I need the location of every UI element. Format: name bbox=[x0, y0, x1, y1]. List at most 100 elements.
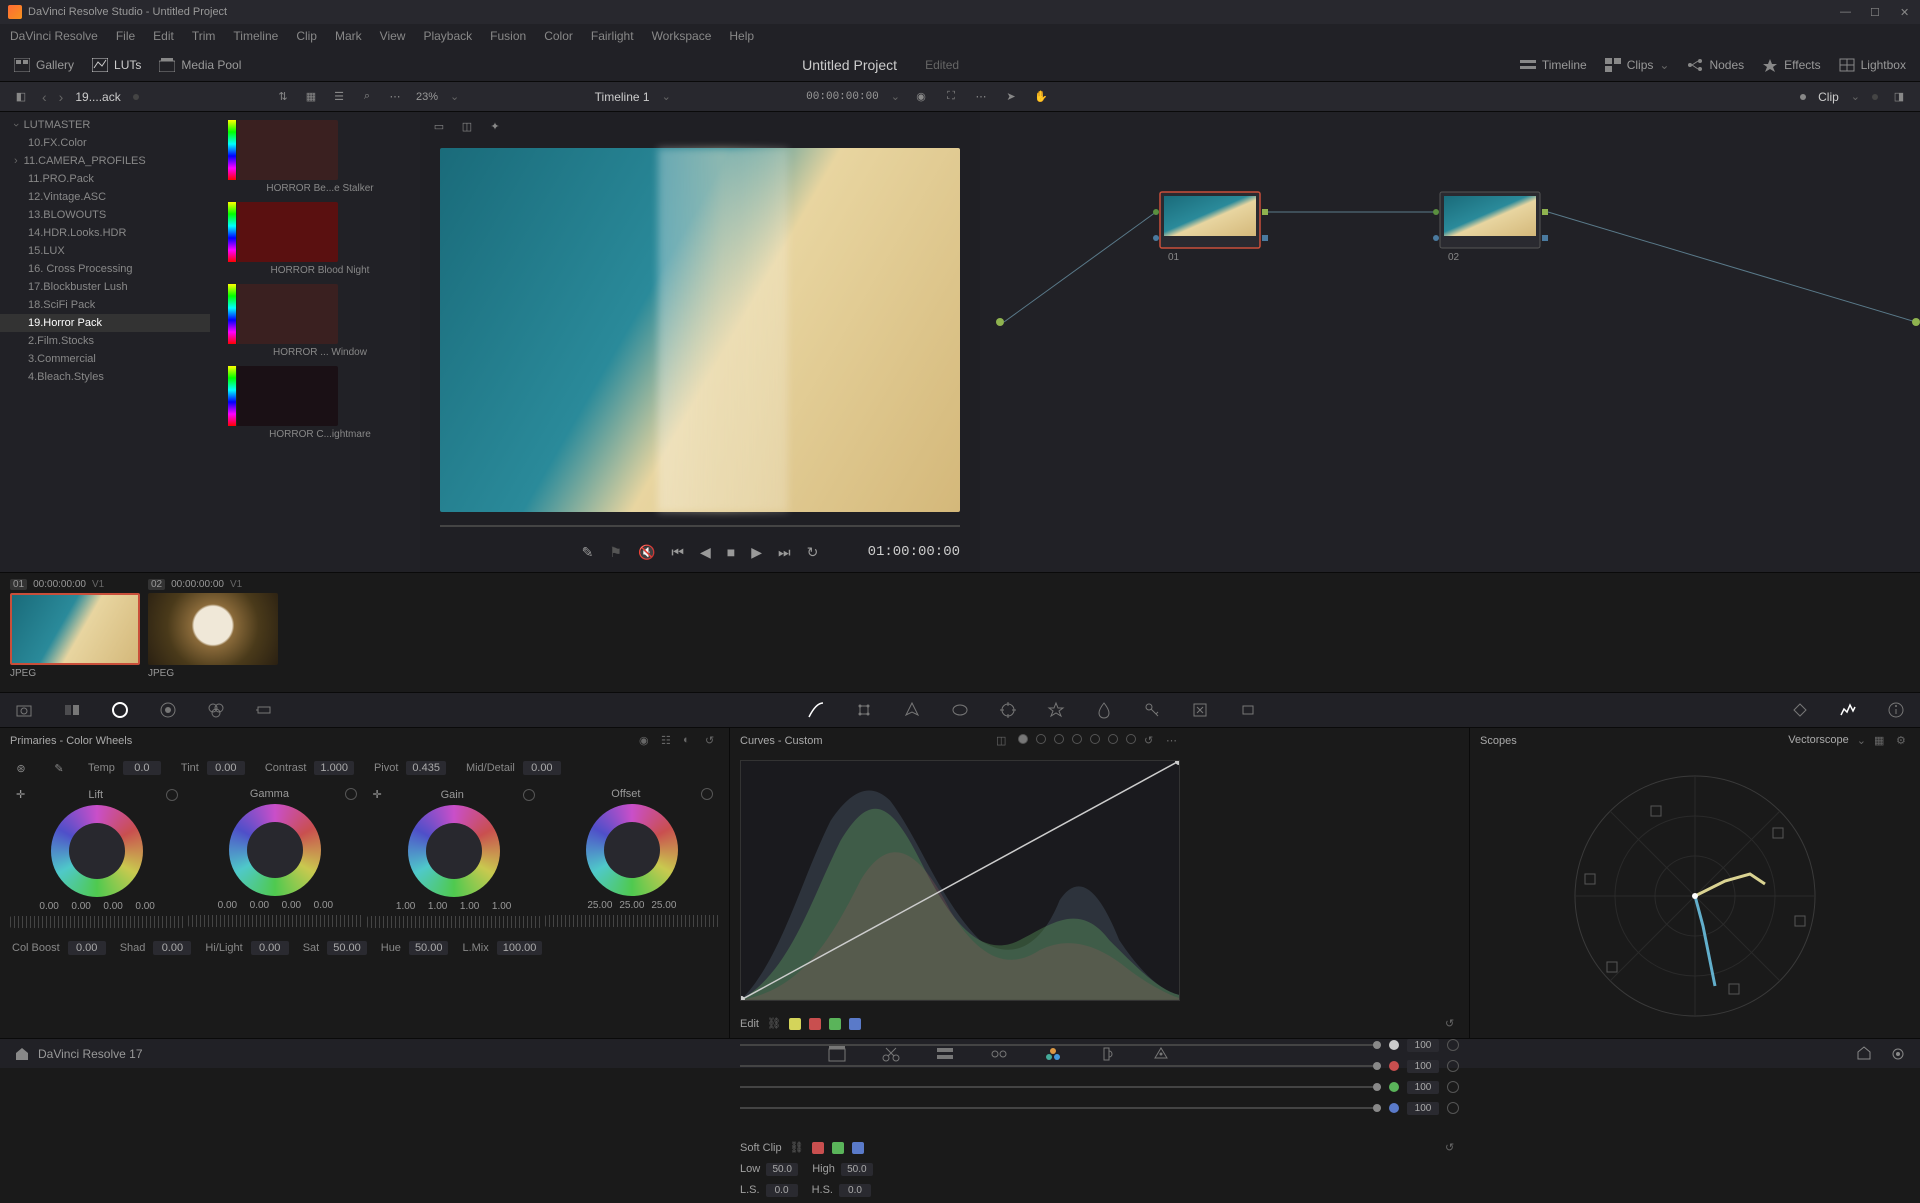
last-frame-button[interactable]: ⏭ bbox=[778, 544, 791, 561]
panel-toggle-right-icon[interactable]: ◨ bbox=[1890, 88, 1908, 106]
scope-layout-icon[interactable]: ▦ bbox=[1874, 734, 1888, 748]
split-icon[interactable]: ◫ bbox=[458, 117, 476, 135]
chevron-down-icon[interactable]: ⌄ bbox=[662, 90, 671, 103]
reset-icon[interactable]: ↺ bbox=[1144, 734, 1158, 748]
curves-icon[interactable] bbox=[806, 700, 826, 720]
log-mode-icon[interactable]: ◐ bbox=[683, 734, 697, 748]
chevron-down-icon[interactable]: ⌄ bbox=[450, 90, 459, 103]
menu-davinci[interactable]: DaVinci Resolve bbox=[10, 29, 98, 43]
tree-item[interactable]: 12.Vintage.ASC bbox=[0, 188, 210, 206]
lift-slider[interactable] bbox=[10, 916, 184, 928]
motion-icon[interactable] bbox=[254, 700, 274, 720]
color-page-button[interactable] bbox=[1043, 1045, 1063, 1063]
curves-graph[interactable] bbox=[740, 760, 1180, 1001]
tree-item[interactable]: 13.BLOWOUTS bbox=[0, 206, 210, 224]
curve-mode-dot[interactable] bbox=[1072, 734, 1082, 744]
lum-channel-button[interactable] bbox=[789, 1018, 801, 1030]
tracker-icon[interactable] bbox=[998, 700, 1018, 720]
chevron-down-icon[interactable]: ⌄ bbox=[1857, 734, 1866, 748]
edit-page-button[interactable] bbox=[935, 1045, 955, 1063]
tint-value[interactable]: 0.00 bbox=[207, 761, 245, 775]
pointer-icon[interactable]: ➤ bbox=[1002, 88, 1020, 106]
highlight-icon[interactable]: ▭ bbox=[430, 117, 448, 135]
play-button[interactable]: ▶ bbox=[751, 544, 762, 561]
eyedropper-icon[interactable]: ✎ bbox=[582, 544, 594, 561]
gain-slider[interactable] bbox=[367, 916, 541, 928]
menu-fusion[interactable]: Fusion bbox=[490, 29, 526, 43]
list-view-icon[interactable]: ☰ bbox=[330, 88, 348, 106]
home-icon[interactable] bbox=[14, 1046, 30, 1062]
nav-forward-button[interactable]: › bbox=[59, 89, 64, 105]
prev-frame-button[interactable]: ◀ bbox=[700, 544, 711, 561]
tree-item[interactable]: 18.SciFi Pack bbox=[0, 296, 210, 314]
scope-type-dropdown[interactable]: Vectorscope bbox=[1788, 734, 1849, 748]
menu-file[interactable]: File bbox=[116, 29, 135, 43]
gamma-color-wheel[interactable] bbox=[229, 804, 321, 896]
info-icon[interactable] bbox=[1886, 700, 1906, 720]
bars-mode-icon[interactable]: ☷ bbox=[661, 734, 675, 748]
lut-thumb[interactable]: HORROR Blood Night bbox=[228, 202, 412, 276]
key-icon[interactable] bbox=[1142, 700, 1162, 720]
curve-mode-dot[interactable] bbox=[1054, 734, 1064, 744]
blue-channel-button[interactable] bbox=[849, 1018, 861, 1030]
lightbox-button[interactable]: Lightbox bbox=[1839, 58, 1906, 72]
reset-icon[interactable] bbox=[701, 788, 713, 800]
grid-view-icon[interactable]: ▦ bbox=[302, 88, 320, 106]
node-02[interactable]: 02 bbox=[1433, 192, 1548, 263]
luts-button[interactable]: LUTs bbox=[92, 58, 141, 72]
mediapool-button[interactable]: Media Pool bbox=[159, 58, 241, 72]
panel-toggle-icon[interactable]: ◧ bbox=[12, 88, 30, 106]
rgb-mixer-icon[interactable] bbox=[206, 700, 226, 720]
tree-item[interactable]: 16. Cross Processing bbox=[0, 260, 210, 278]
link-icon[interactable]: ⛓ bbox=[790, 1141, 804, 1155]
sort-icon[interactable]: ⇅ bbox=[274, 88, 292, 106]
color-match-icon[interactable] bbox=[62, 700, 82, 720]
clip-dropdown[interactable]: Clip bbox=[1818, 90, 1839, 104]
link-icon[interactable]: ⛓ bbox=[767, 1017, 781, 1031]
breadcrumb[interactable]: 19....ack bbox=[75, 90, 120, 104]
temp-value[interactable]: 0.0 bbox=[123, 761, 161, 775]
tree-item[interactable]: 2.Film.Stocks bbox=[0, 332, 210, 350]
tree-item[interactable]: 17.Blockbuster Lush bbox=[0, 278, 210, 296]
menu-clip[interactable]: Clip bbox=[296, 29, 317, 43]
lut-thumb[interactable]: HORROR ... Window bbox=[228, 284, 412, 358]
record-icon[interactable]: ◉ bbox=[912, 88, 930, 106]
tree-item-lutmaster[interactable]: LUTMASTER bbox=[0, 116, 210, 134]
chevron-down-icon[interactable]: ⌄ bbox=[891, 90, 900, 103]
menu-workspace[interactable]: Workspace bbox=[652, 29, 712, 43]
pivot-value[interactable]: 0.435 bbox=[406, 761, 446, 775]
menu-mark[interactable]: Mark bbox=[335, 29, 362, 43]
tree-item-camera[interactable]: 11.CAMERA_PROFILES bbox=[0, 152, 210, 170]
clip-thumbnail[interactable] bbox=[148, 593, 278, 665]
clips-button[interactable]: Clips ⌄ bbox=[1605, 58, 1670, 72]
offset-color-wheel[interactable] bbox=[586, 804, 678, 896]
tree-item-horror[interactable]: 19.Horror Pack bbox=[0, 314, 210, 332]
red-channel-button[interactable] bbox=[809, 1018, 821, 1030]
curve-mode-dot[interactable] bbox=[1018, 734, 1028, 744]
reset-icon[interactable] bbox=[523, 789, 535, 801]
reset-icon[interactable]: ↺ bbox=[1445, 1017, 1459, 1031]
tree-item[interactable]: 11.PRO.Pack bbox=[0, 170, 210, 188]
reset-icon[interactable]: ↺ bbox=[1445, 1141, 1459, 1155]
close-button[interactable]: ✕ bbox=[1900, 6, 1912, 18]
reset-icon[interactable] bbox=[1447, 1039, 1459, 1051]
flag-icon[interactable]: ⚑ bbox=[609, 544, 622, 561]
media-page-button[interactable] bbox=[827, 1045, 847, 1063]
red-slider[interactable] bbox=[740, 1065, 1381, 1067]
keyframe-icon[interactable] bbox=[1790, 700, 1810, 720]
reset-icon[interactable] bbox=[1447, 1102, 1459, 1114]
tree-item[interactable]: 4.Bleach.Styles bbox=[0, 368, 210, 386]
curve-mode-dot[interactable] bbox=[1036, 734, 1046, 744]
magic-mask-icon[interactable] bbox=[1046, 700, 1066, 720]
timeline-button[interactable]: Timeline bbox=[1520, 58, 1587, 72]
green-button[interactable] bbox=[832, 1142, 844, 1154]
offset-slider[interactable] bbox=[545, 915, 719, 927]
reset-icon[interactable]: ↺ bbox=[705, 734, 719, 748]
blue-slider[interactable] bbox=[740, 1107, 1381, 1109]
gain-color-wheel[interactable] bbox=[408, 805, 500, 897]
more-icon[interactable]: ⋯ bbox=[1166, 734, 1180, 748]
effects-button[interactable]: Effects bbox=[1762, 58, 1820, 72]
plus-icon[interactable]: ✛ bbox=[373, 788, 382, 801]
node-graph[interactable]: 01 02 bbox=[980, 112, 1920, 572]
node-output-dot[interactable] bbox=[1912, 318, 1920, 326]
